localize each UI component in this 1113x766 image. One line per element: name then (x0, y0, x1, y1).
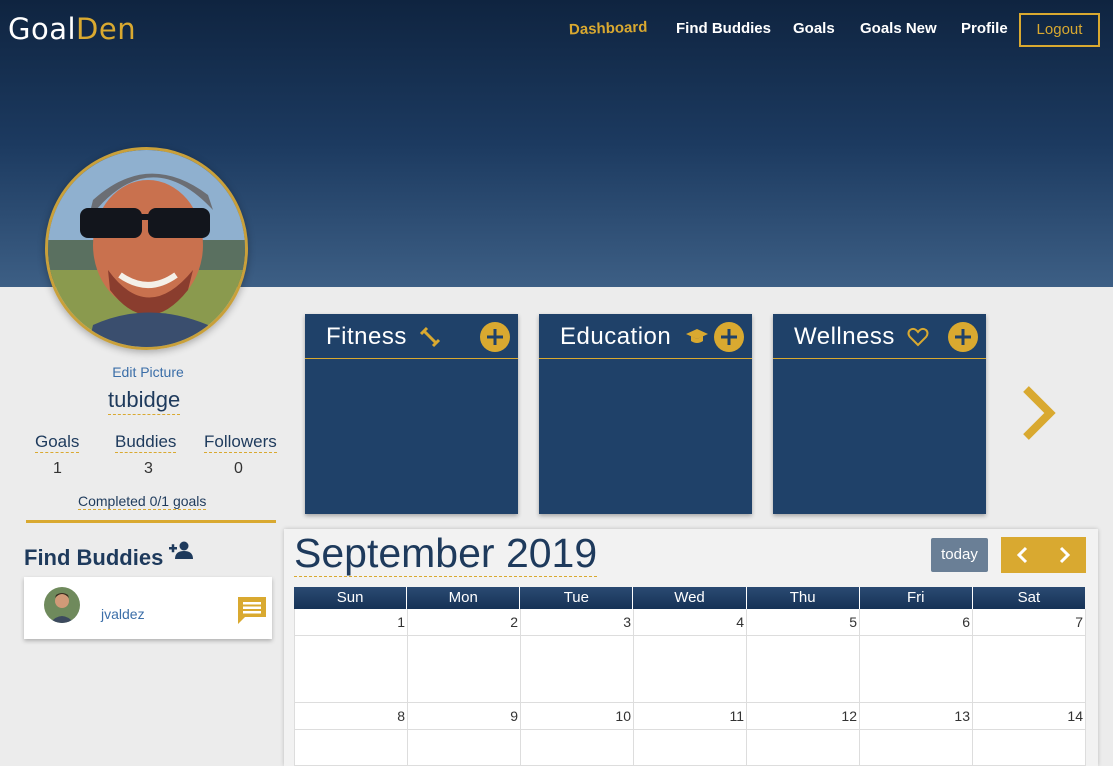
calendar-prev-button[interactable] (1001, 537, 1044, 573)
calendar-day-cell[interactable]: 7 (973, 609, 1086, 703)
stat-buddies-label[interactable]: Buddies (115, 432, 177, 453)
stat-goals-label[interactable]: Goals (35, 432, 80, 453)
calendar-day-cell[interactable]: 10 (521, 703, 634, 766)
chevron-right-icon (1059, 546, 1071, 564)
calendar-day-cell[interactable]: 14 (973, 703, 1086, 766)
goal-card-header: Fitness (305, 314, 518, 359)
calendar-title: September 2019 (294, 530, 598, 577)
profile-avatar (45, 147, 248, 350)
add-goal-fitness-button[interactable] (480, 322, 510, 352)
dumbbell-icon (419, 326, 441, 348)
add-goal-education-button[interactable] (714, 322, 744, 352)
weekday-label: Tue (520, 587, 634, 609)
add-person-icon (169, 541, 194, 559)
logout-button[interactable]: Logout (1019, 13, 1100, 47)
buddy-avatar (44, 587, 80, 623)
goal-card-fitness: Fitness (305, 314, 518, 514)
app-logo[interactable]: GoalDen (8, 12, 136, 46)
weekday-label: Sat (1017, 589, 1041, 606)
buddy-name[interactable]: jvaldez (101, 606, 145, 622)
calendar-day-cell[interactable]: 1 (295, 609, 408, 703)
stat-goals-value: 1 (53, 460, 62, 477)
stat-followers-label[interactable]: Followers (204, 432, 277, 453)
chevron-left-icon (1016, 546, 1028, 564)
nav-profile[interactable]: Profile (961, 20, 1008, 37)
completed-goals-text: Completed 0/1 goals (78, 493, 207, 510)
weekday-label: Fri (860, 587, 973, 609)
heart-icon (907, 327, 929, 347)
nav-find-buddies[interactable]: Find Buddies (676, 20, 771, 37)
weekday-label: Sun (294, 587, 408, 609)
edit-picture-link[interactable]: Edit Picture (0, 364, 296, 380)
section-divider (26, 520, 276, 523)
calendar-week-row: 1 2 3 4 5 6 7 (295, 609, 1086, 703)
calendar-day-cell[interactable]: 13 (860, 703, 973, 766)
goal-card-title: Education (560, 323, 672, 350)
calendar-week-row: 8 9 10 11 12 13 14 (295, 703, 1086, 766)
nav-goals[interactable]: Goals (793, 20, 835, 37)
calendar-day-cell[interactable]: 12 (747, 703, 860, 766)
calendar-day-cell[interactable]: 4 (634, 609, 747, 703)
add-goal-wellness-button[interactable] (948, 322, 978, 352)
calendar-weekday-header: Sun Mon Tue Wed Thu Fri Sat (294, 587, 1085, 609)
nav-dashboard[interactable]: Dashboard (569, 19, 648, 39)
goal-card-title: Wellness (794, 323, 895, 350)
goal-card-title: Fitness (326, 323, 407, 350)
calendar-day-cell[interactable]: 11 (634, 703, 747, 766)
profile-username: tubidge (108, 387, 181, 415)
message-icon[interactable] (236, 595, 268, 625)
stat-followers-value: 0 (234, 460, 243, 477)
weekday-label: Wed (633, 587, 747, 609)
calendar-day-cell[interactable]: 5 (747, 609, 860, 703)
stat-buddies-value: 3 (144, 460, 153, 477)
calendar-grid: 1 2 3 4 5 6 7 8 9 10 11 12 13 14 (294, 609, 1086, 766)
goal-card-education: Education (539, 314, 752, 514)
carousel-next-arrow-icon[interactable] (1018, 385, 1058, 441)
avatar-portrait (48, 150, 245, 347)
weekday-label: Thu (747, 587, 860, 609)
find-buddies-heading: Find Buddies (24, 541, 194, 571)
calendar-day-cell[interactable]: 8 (295, 703, 408, 766)
graduation-cap-icon (686, 329, 708, 343)
nav-goals-new[interactable]: Goals New (860, 20, 937, 37)
buddy-card[interactable]: jvaldez (24, 577, 272, 639)
goal-card-header: Education (539, 314, 752, 359)
goal-card-header: Wellness (773, 314, 986, 359)
calendar-day-cell[interactable]: 2 (408, 609, 521, 703)
calendar-today-button[interactable]: today (931, 538, 988, 572)
weekday-label: Mon (407, 587, 521, 609)
goal-card-wellness: Wellness (773, 314, 986, 514)
calendar-day-cell[interactable]: 3 (521, 609, 634, 703)
buddy-photo (44, 587, 80, 623)
calendar-next-button[interactable] (1043, 537, 1086, 573)
calendar-day-cell[interactable]: 6 (860, 609, 973, 703)
calendar-day-cell[interactable]: 9 (408, 703, 521, 766)
